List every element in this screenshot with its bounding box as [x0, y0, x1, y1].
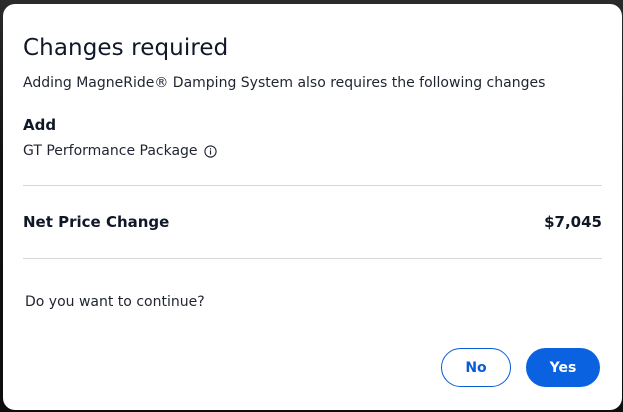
added-item-label: GT Performance Package — [23, 143, 198, 159]
changes-required-dialog: Changes required Adding MagneRide® Dampi… — [3, 4, 622, 410]
info-icon[interactable] — [203, 144, 217, 158]
added-item-row: GT Performance Package — [23, 143, 217, 159]
dialog-subtitle: Adding MagneRide® Damping System also re… — [23, 75, 546, 91]
divider — [23, 258, 602, 259]
continue-question: Do you want to continue? — [25, 294, 205, 310]
net-price-value: $7,045 — [544, 213, 602, 231]
net-price-label: Net Price Change — [23, 213, 170, 231]
no-button[interactable]: No — [441, 348, 511, 387]
dialog-title: Changes required — [23, 35, 229, 61]
divider — [23, 185, 602, 186]
add-heading: Add — [23, 116, 57, 134]
yes-button[interactable]: Yes — [526, 348, 600, 387]
